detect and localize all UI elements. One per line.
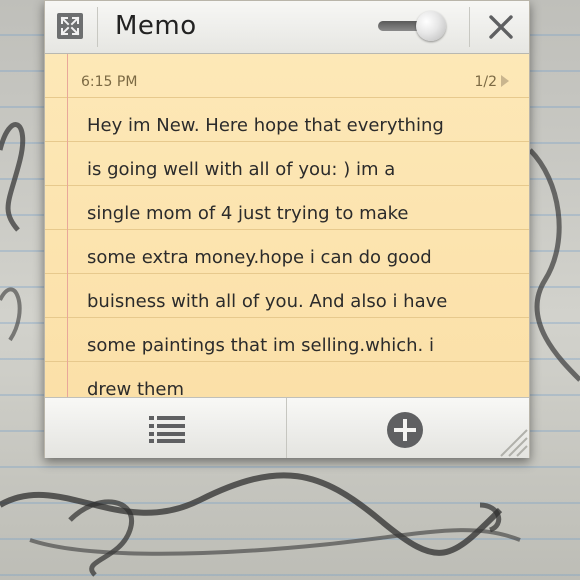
memo-text[interactable]: Hey im New. Here hope that everything is…	[87, 104, 509, 397]
memo-line: some paintings that im selling.which. i	[87, 335, 435, 356]
memo-line: drew them	[87, 379, 185, 397]
titlebar-divider	[97, 7, 98, 47]
memo-line: some extra money.hope i can do good	[87, 247, 432, 268]
page-indicator[interactable]: 1/2	[474, 74, 509, 90]
next-page-arrow-icon[interactable]	[501, 75, 509, 87]
memo-widget: Memo 6:15 PM 1/2 Hey im New. Here hope t…	[44, 0, 530, 458]
memo-line: buisness with all of you. And also i hav…	[87, 291, 448, 312]
opacity-slider[interactable]	[378, 11, 448, 41]
list-button[interactable]	[145, 412, 189, 444]
add-memo-button[interactable]	[385, 410, 425, 450]
window-title: Memo	[115, 11, 197, 41]
memo-titlebar: Memo	[45, 1, 529, 54]
memo-paper[interactable]: 6:15 PM 1/2 Hey im New. Here hope that e…	[45, 54, 529, 397]
close-icon	[489, 15, 513, 39]
add-icon	[387, 412, 423, 448]
page-indicator-label: 1/2	[474, 74, 497, 90]
bottombar-divider	[286, 398, 287, 458]
memo-line: single mom of 4 just trying to make	[87, 203, 409, 224]
margin-line	[67, 54, 68, 397]
resize-grip-icon	[500, 429, 528, 457]
list-icon	[149, 416, 185, 443]
memo-timestamp: 6:15 PM	[81, 74, 138, 90]
memo-bottombar	[45, 397, 529, 458]
slider-knob[interactable]	[416, 11, 446, 41]
memo-line: is going well with all of you: ) im a	[87, 159, 396, 180]
titlebar-divider	[469, 7, 470, 47]
expand-button[interactable]	[57, 13, 83, 39]
expand-icon	[60, 16, 80, 36]
close-button[interactable]	[483, 9, 519, 45]
memo-line: Hey im New. Here hope that everything	[87, 115, 444, 136]
resize-grip[interactable]	[495, 424, 529, 458]
